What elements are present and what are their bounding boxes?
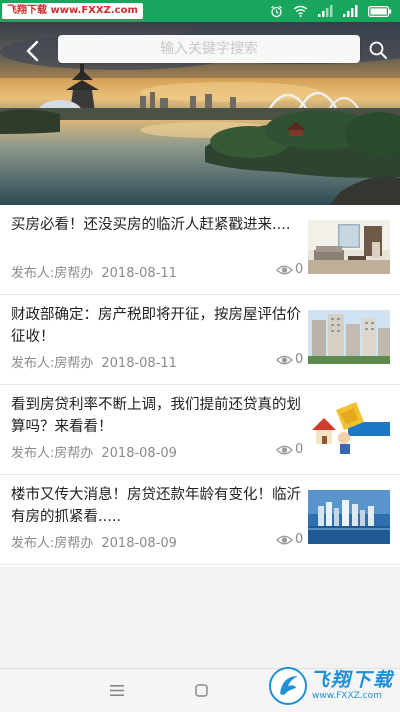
news-date: 2018-08-09 <box>101 536 177 551</box>
status-bar: 飞翔下载 www.FXXZ.com <box>0 0 400 22</box>
view-count-value: 0 <box>295 262 304 277</box>
view-count-value: 0 <box>295 442 304 457</box>
status-icons <box>270 0 392 22</box>
news-date: 2018-08-11 <box>101 356 177 371</box>
home-button[interactable] <box>188 679 214 701</box>
loan-cartoon-image <box>308 400 390 454</box>
apartment-buildings-image <box>308 310 390 364</box>
news-title: 楼市又传大消息！房贷还款年龄有变化！临沂有房的抓紧看..... <box>11 487 301 525</box>
view-count: 0 <box>276 442 303 457</box>
news-thumbnail <box>308 310 390 364</box>
news-thumbnail <box>308 400 390 454</box>
menu-icon <box>110 684 124 696</box>
alarm-icon <box>270 5 283 18</box>
news-date: 2018-08-09 <box>101 446 177 461</box>
news-thumbnail <box>308 490 390 544</box>
watermark-title: 飞翔下载 <box>310 669 395 691</box>
news-publisher: 发布人:房帮办 <box>11 356 94 371</box>
view-count: 0 <box>276 352 303 367</box>
wifi-icon <box>293 5 308 17</box>
city-skyline-image <box>308 490 390 544</box>
news-publisher: 发布人:房帮办 <box>11 446 94 461</box>
chevron-left-icon <box>26 40 39 62</box>
living-room-image <box>308 220 390 274</box>
news-title: 买房必看！还没买房的临沂人赶紧戳进来.... <box>11 217 291 233</box>
news-publisher: 发布人:房帮办 <box>11 536 94 551</box>
search-icon <box>369 41 387 59</box>
search-input[interactable] <box>58 35 360 63</box>
eye-icon <box>276 445 293 454</box>
eye-icon <box>276 265 293 274</box>
back-button[interactable] <box>18 36 46 66</box>
logo-circle-icon <box>269 667 307 705</box>
menu-button[interactable] <box>104 679 130 701</box>
search-button[interactable] <box>364 36 392 64</box>
view-count: 0 <box>276 262 303 277</box>
watermark-badge: 飞翔下载 www.FXXZ.com <box>2 3 143 19</box>
watermark-url: www.FXXZ.com <box>312 691 382 701</box>
news-meta: 发布人:房帮办 2018-08-11 <box>11 352 177 371</box>
news-item[interactable]: 财政部确定：房产税即将开征，按房屋评估价征收！ 发布人:房帮办 2018-08-1… <box>0 295 400 385</box>
news-meta: 发布人:房帮办 2018-08-09 <box>11 532 177 551</box>
view-count: 0 <box>276 532 303 547</box>
view-count-value: 0 <box>295 352 304 367</box>
header-banner <box>0 22 400 205</box>
news-item[interactable]: 楼市又传大消息！房贷还款年龄有变化！临沂有房的抓紧看..... 发布人:房帮办 2… <box>0 475 400 565</box>
eye-icon <box>276 355 293 364</box>
signal-icon <box>318 5 333 17</box>
eye-icon <box>276 535 293 544</box>
news-title: 财政部确定：房产税即将开征，按房屋评估价征收！ <box>11 307 301 345</box>
news-title: 看到房贷利率不断上调，我们提前还贷真的划算吗？来看看！ <box>11 397 301 435</box>
news-thumbnail <box>308 220 390 274</box>
battery-icon <box>368 5 392 17</box>
news-meta: 发布人:房帮办 2018-08-09 <box>11 442 177 461</box>
news-publisher: 发布人:房帮办 <box>11 266 94 281</box>
watermark-logo: 飞翔下载 www.FXXZ.com <box>268 664 398 710</box>
signal-icon-secondary <box>343 5 358 17</box>
home-square-icon <box>194 683 208 697</box>
news-item[interactable]: 买房必看！还没买房的临沂人赶紧戳进来.... 发布人:房帮办 2018-08-11… <box>0 205 400 295</box>
news-meta: 发布人:房帮办 2018-08-11 <box>11 262 177 281</box>
view-count-value: 0 <box>295 532 304 547</box>
news-list: 买房必看！还没买房的临沂人赶紧戳进来.... 发布人:房帮办 2018-08-11… <box>0 205 400 567</box>
news-item[interactable]: 看到房贷利率不断上调，我们提前还贷真的划算吗？来看看！ 发布人:房帮办 2018-… <box>0 385 400 475</box>
news-date: 2018-08-11 <box>101 266 177 281</box>
